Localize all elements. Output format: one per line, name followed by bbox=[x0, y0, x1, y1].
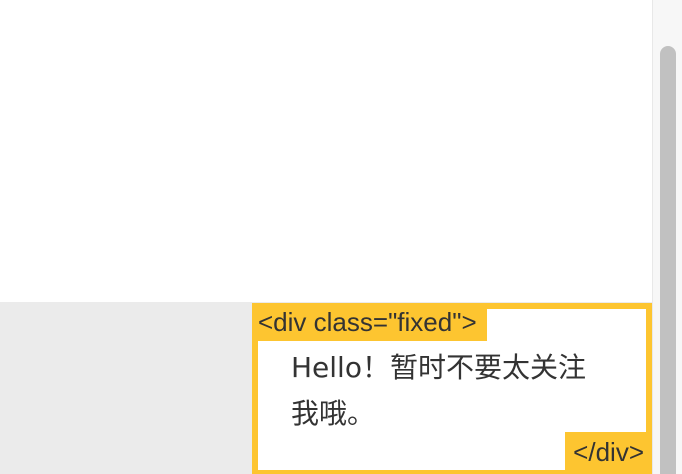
vertical-scrollbar-thumb[interactable] bbox=[660, 46, 676, 474]
fixed-div-content: Hello！暂时不要太关注我哦。 bbox=[291, 351, 586, 430]
page-viewport: <div class="fixed"> Hello！暂时不要太关注我哦。 </d… bbox=[0, 0, 652, 474]
fixed-div-box: <div class="fixed"> Hello！暂时不要太关注我哦。 </d… bbox=[252, 303, 652, 474]
close-tag-label: </div> bbox=[565, 432, 652, 474]
open-tag-label: <div class="fixed"> bbox=[252, 303, 487, 341]
